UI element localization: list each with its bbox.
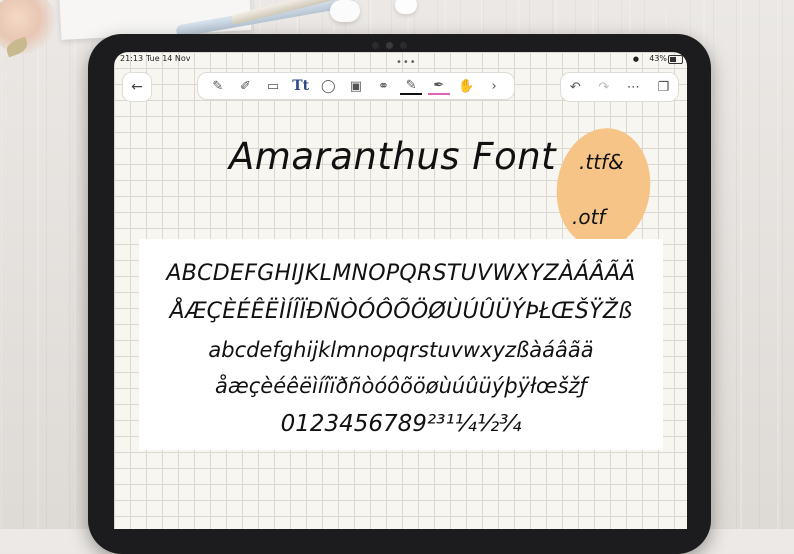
text-icon[interactable]: Tt <box>290 78 312 94</box>
sample-line-numerals: 0123456789²³¹¼½¾ <box>280 411 522 437</box>
redo-icon[interactable]: ↷ <box>598 80 609 95</box>
format-ttf: .ttf& <box>579 150 624 174</box>
wifi-icon: ● <box>632 55 639 63</box>
back-button[interactable]: ← <box>122 72 152 102</box>
format-otf: .otf <box>572 205 606 229</box>
back-arrow-icon: ← <box>131 79 143 95</box>
eraser-icon[interactable]: ▭ <box>262 79 284 94</box>
drawing-toolbar: ✎ ✐ ▭ Tt ◯ ▣ ⚭ ✎ ✒ ✋ › <box>197 72 515 100</box>
microphone-icon[interactable]: ⚭ <box>373 79 395 94</box>
lasso-icon[interactable]: ◯ <box>317 79 339 94</box>
image-icon[interactable]: ▣ <box>345 79 367 94</box>
camera-module <box>372 42 420 50</box>
highlighter-icon[interactable]: ✒ <box>427 78 450 95</box>
multitask-dots-icon[interactable]: ••• <box>396 57 417 68</box>
sample-line-uppercase: ABCDEFGHIJKLMNOPQRSTUVWXYZÀÁÂÃÄ <box>166 261 636 286</box>
chevron-right-icon[interactable]: › <box>483 79 505 94</box>
more-icon[interactable]: ⋯ <box>627 80 640 95</box>
status-date: Tue 14 Nov <box>146 54 191 63</box>
history-toolbar: ↶ ↷ ⋯ ❐ <box>560 72 679 102</box>
page-title: Amaranthus Font <box>229 135 557 178</box>
character-sample-card: ABCDEFGHIJKLMNOPQRSTUVWXYZÀÁÂÃÄ ÅÆÇÈÉÊËÌ… <box>139 239 663 450</box>
undo-icon[interactable]: ↶ <box>570 80 581 95</box>
battery-percentage: 43% <box>649 54 667 63</box>
earbud-decoration-2 <box>395 0 417 14</box>
hand-icon[interactable]: ✋ <box>455 79 477 94</box>
pen-icon[interactable]: ✎ <box>400 78 423 95</box>
earbud-decoration <box>330 0 360 22</box>
sample-line-lowercase: abcdefghijklmnopqrstuvwxyzßàáâãä <box>208 338 594 362</box>
marker-icon[interactable]: ✐ <box>234 79 256 94</box>
status-time: 21:13 <box>120 54 144 63</box>
sample-line-uppercase-accents: ÅÆÇÈÉÊËÌÍÎÏÐÑÒÓÔÕÖØÙÚÛÜÝÞŁŒŠŸŽß <box>169 299 633 324</box>
battery-icon <box>668 55 683 64</box>
sample-line-lowercase-accents: åæçèéêëìíîïðñòóôõöøùúûüýþÿłœšžƒ <box>215 374 587 398</box>
pencil-icon[interactable]: ✎ <box>207 79 229 94</box>
pages-icon[interactable]: ❐ <box>658 80 670 95</box>
